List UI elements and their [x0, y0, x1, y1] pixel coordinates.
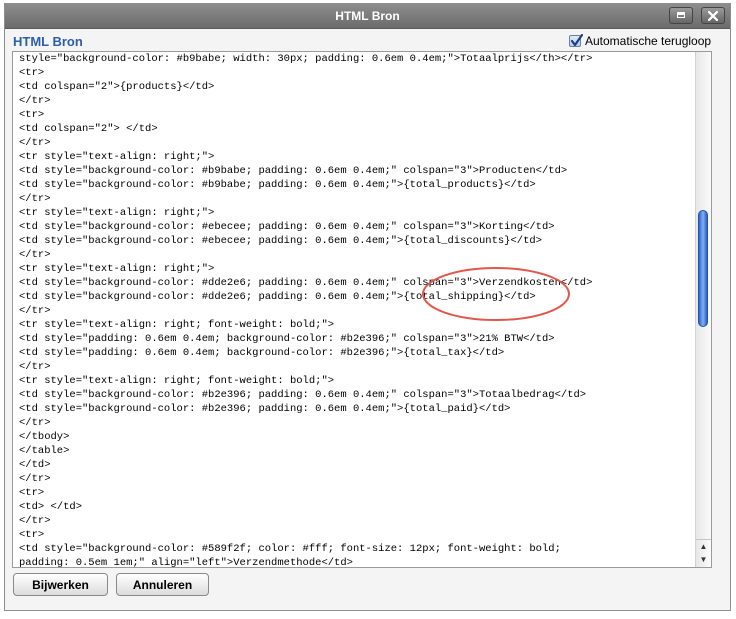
code-line: <td colspan="2">{products}</td>: [19, 81, 215, 93]
code-line: <tr style="text-align: right; font-weigh…: [19, 319, 335, 331]
scrollbar-thumb[interactable]: [698, 210, 708, 327]
code-line: </tr>: [19, 305, 51, 317]
scroll-up-arrow-icon[interactable]: ▲: [696, 539, 711, 554]
auto-wrap-toggle[interactable]: Automatische terugloop: [569, 33, 711, 49]
code-line: <td style="background-color: #b2e396; pa…: [19, 389, 587, 401]
code-line: </tr>: [19, 249, 51, 261]
code-line: style="background-color: #b9babe; width:…: [19, 53, 593, 65]
code-line: <tr style="text-align: right;">: [19, 151, 215, 163]
cancel-button[interactable]: Annuleren: [116, 573, 209, 596]
code-line: <td style="background-color: #b2e396; pa…: [19, 403, 511, 415]
code-line: <tr style="text-align: right; font-weigh…: [19, 375, 335, 387]
code-line: <td style="background-color: #ebecee; pa…: [19, 221, 555, 233]
window-title: HTML Bron: [335, 9, 400, 23]
vertical-scrollbar[interactable]: ▲ ▼: [695, 52, 711, 567]
code-line: <td> </td>: [19, 501, 83, 513]
code-line: </tr>: [19, 417, 51, 429]
code-line: <td style="background-color: #dde2e6; pa…: [19, 291, 536, 303]
code-line: </tr>: [19, 193, 51, 205]
close-button[interactable]: [701, 7, 725, 24]
code-line: <td style="background-color: #589f2f; co…: [19, 543, 561, 555]
source-code-editor[interactable]: style="background-color: #b9babe; width:…: [12, 51, 712, 568]
title-bar: HTML Bron: [5, 4, 730, 29]
code-line: padding: 0.5em 1em;" align="left">Verzen…: [19, 557, 353, 568]
code-line: </tr>: [19, 95, 51, 107]
close-icon: [708, 11, 718, 21]
code-line: <tr>: [19, 67, 45, 79]
code-content: style="background-color: #b9babe; width:…: [19, 52, 695, 568]
checkmark-icon: [570, 34, 583, 47]
code-line: <td style="background-color: #b9babe; pa…: [19, 179, 536, 191]
code-line: </tbody>: [19, 431, 70, 443]
code-line: <td style="background-color: #ebecee; pa…: [19, 235, 542, 247]
panel-title: HTML Bron: [13, 34, 83, 49]
code-line: </td>: [19, 459, 51, 471]
maximize-button[interactable]: [669, 7, 693, 24]
code-line: <tr style="text-align: right;">: [19, 207, 215, 219]
code-line: <td style="padding: 0.6em 0.4em; backgro…: [19, 333, 555, 345]
code-line: </tr>: [19, 361, 51, 373]
code-line: <td style="padding: 0.6em 0.4em; backgro…: [19, 347, 505, 359]
code-line: <td style="background-color: #dde2e6; pa…: [19, 277, 593, 289]
code-line: <td style="background-color: #b9babe; pa…: [19, 165, 568, 177]
code-line: </tr>: [19, 473, 51, 485]
code-line: <tr style="text-align: right;">: [19, 263, 215, 275]
auto-wrap-checkbox[interactable]: [569, 34, 583, 47]
code-line: </table>: [19, 445, 70, 457]
code-line: <tr>: [19, 487, 45, 499]
update-button[interactable]: Bijwerken: [13, 573, 108, 596]
code-line: <tr>: [19, 109, 45, 121]
code-line: <td colspan="2"> </td>: [19, 123, 158, 135]
code-line: </tr>: [19, 137, 51, 149]
code-line: <tr>: [19, 529, 45, 541]
auto-wrap-label: Automatische terugloop: [585, 34, 712, 48]
maximize-icon: [677, 12, 685, 18]
code-line: </tr>: [19, 515, 51, 527]
scroll-down-arrow-icon[interactable]: ▼: [696, 553, 711, 567]
